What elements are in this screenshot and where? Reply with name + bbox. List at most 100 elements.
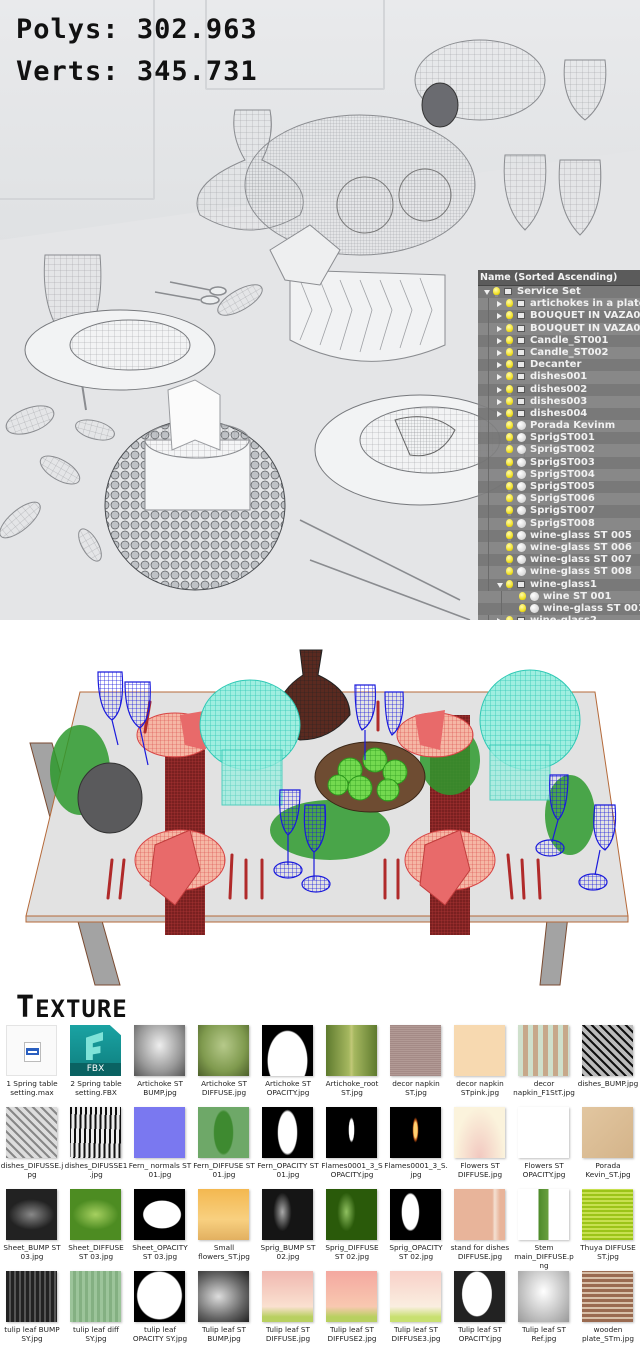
texture-file[interactable]: decor napkin_F1StT.jpg <box>512 1022 576 1104</box>
light-bulb-icon[interactable] <box>506 335 513 346</box>
tree-item[interactable]: SprigST002 <box>478 444 640 457</box>
tree-item[interactable]: wine-glass ST 001 <box>478 602 640 616</box>
tree-item[interactable]: SprigST007 <box>478 505 640 518</box>
texture-file[interactable]: Sheet_DIFFUSE ST 03.jpg <box>64 1186 128 1268</box>
texture-file[interactable]: Small flowers_ST.jpg <box>192 1186 256 1268</box>
light-bulb-icon[interactable] <box>506 518 513 529</box>
light-bulb-icon[interactable] <box>506 408 513 419</box>
texture-file[interactable]: Sprig_DIFFUSE ST 02.jpg <box>320 1186 384 1268</box>
texture-file[interactable]: Flames0001_3_S.jpg <box>384 1104 448 1186</box>
texture-file[interactable]: decor napkin ST.jpg <box>384 1022 448 1104</box>
texture-file[interactable]: FBX 2 Spring table setting.FBX <box>64 1022 128 1104</box>
light-bulb-icon[interactable] <box>506 384 513 395</box>
light-bulb-icon[interactable] <box>506 506 513 517</box>
tree-item[interactable]: SprigST004 <box>478 468 640 481</box>
texture-file[interactable]: tulip leaf OPACITY SY.jpg <box>128 1268 192 1350</box>
texture-file[interactable]: tulip leaf BUMP SY.jpg <box>0 1268 64 1350</box>
texture-file[interactable]: Artichoke ST DIFFUSE.jpg <box>192 1022 256 1104</box>
tree-item[interactable]: Decanter <box>478 359 640 372</box>
texture-file[interactable]: Stem main_DIFFUSE.png <box>512 1186 576 1270</box>
tree-item[interactable]: artichokes in a plate <box>478 298 640 311</box>
light-bulb-icon[interactable] <box>506 494 513 505</box>
texture-file[interactable]: dishes_BUMP.jpg <box>576 1022 640 1104</box>
light-bulb-icon[interactable] <box>506 323 513 334</box>
tree-item[interactable]: BOUQUET IN VAZA001 <box>478 310 640 323</box>
tree-item[interactable]: SprigST003 <box>478 456 640 469</box>
tree-item[interactable]: SprigST006 <box>478 493 640 506</box>
expand-arrow-icon[interactable] <box>497 337 502 344</box>
tree-item[interactable]: dishes002 <box>478 383 640 396</box>
light-bulb-icon[interactable] <box>506 299 513 310</box>
tree-item[interactable]: SprigST008 <box>478 517 640 530</box>
expand-arrow-icon[interactable] <box>497 325 502 332</box>
tree-item[interactable]: wine-glass ST 006 <box>478 541 640 555</box>
texture-file[interactable]: Thuya DIFFUSE ST.jpg <box>576 1186 640 1268</box>
collapse-arrow-icon[interactable] <box>484 290 490 295</box>
texture-file[interactable]: stand for dishes DIFFUSE.jpg <box>448 1186 512 1268</box>
light-bulb-icon[interactable] <box>506 372 513 383</box>
tree-item[interactable]: wine-glass ST 007 <box>478 554 640 567</box>
expand-arrow-icon[interactable] <box>497 362 502 369</box>
expand-arrow-icon[interactable] <box>497 301 502 308</box>
texture-file[interactable]: Fern_ normals ST 01.jpg <box>128 1104 192 1186</box>
light-bulb-icon[interactable] <box>519 591 526 602</box>
light-bulb-icon[interactable] <box>506 311 513 322</box>
expand-arrow-icon[interactable] <box>497 313 502 320</box>
light-bulb-icon[interactable] <box>506 421 513 432</box>
texture-file[interactable]: Tulip leaf ST DIFFUSE3.jpg <box>384 1268 448 1350</box>
texture-file[interactable]: Flowers ST DIFFUSE.jpg <box>448 1104 512 1186</box>
expand-arrow-icon[interactable] <box>497 374 502 381</box>
texture-file[interactable]: Artichoke_root ST.jpg <box>320 1022 384 1104</box>
expand-arrow-icon[interactable] <box>497 398 502 405</box>
expand-arrow-icon[interactable] <box>497 349 502 356</box>
texture-file[interactable]: 1 Spring table setting.max <box>0 1022 64 1104</box>
texture-file[interactable]: Artichoke ST OPACITY.jpg <box>256 1022 320 1104</box>
texture-file[interactable]: Flames0001_3_S OPACITY.jpg <box>320 1104 384 1186</box>
tree-item[interactable]: BOUQUET IN VAZA002 <box>478 322 640 335</box>
light-bulb-icon[interactable] <box>506 555 513 566</box>
light-bulb-icon[interactable] <box>506 579 513 590</box>
light-bulb-icon[interactable] <box>506 542 513 553</box>
texture-file[interactable]: Tulip leaf ST DIFFUSE.jpg <box>256 1268 320 1350</box>
tree-item[interactable]: wine-glass2 <box>478 615 640 620</box>
tree-item[interactable]: Candle_ST001 <box>478 334 640 347</box>
scene-explorer-panel[interactable]: Name (Sorted Ascending) Service Set artic… <box>478 270 640 620</box>
texture-file[interactable]: Porada Kevin_ST.jpg <box>576 1104 640 1186</box>
tree-item[interactable]: SprigST005 <box>478 481 640 494</box>
texture-file[interactable]: Sheet_OPACITY ST 03.jpg <box>128 1186 192 1268</box>
tree-item[interactable]: dishes004 <box>478 407 640 421</box>
texture-file[interactable]: decor napkin STpink.jpg <box>448 1022 512 1104</box>
tree-item[interactable]: dishes003 <box>478 395 640 408</box>
light-bulb-icon[interactable] <box>506 445 513 456</box>
texture-file[interactable]: Tulip leaf ST OPACITY.jpg <box>448 1268 512 1350</box>
tree-item[interactable]: SprigST001 <box>478 432 640 445</box>
texture-file[interactable]: dishes_DIFUSSE1.jpg <box>64 1104 128 1186</box>
texture-file[interactable]: dishes_DIFUSSE.jpg <box>0 1104 64 1186</box>
tree-item[interactable]: Candle_ST002 <box>478 346 640 360</box>
texture-file[interactable]: Fern_OPACITY ST 01.jpg <box>256 1104 320 1186</box>
light-bulb-icon[interactable] <box>506 469 513 480</box>
expand-arrow-icon[interactable] <box>497 410 502 417</box>
light-bulb-icon[interactable] <box>506 482 513 492</box>
texture-file[interactable]: Tulip leaf ST DIFFUSE2.jpg <box>320 1268 384 1350</box>
tree-item[interactable]: Service Set <box>478 286 640 299</box>
light-bulb-icon[interactable] <box>506 616 513 620</box>
collapse-arrow-icon[interactable] <box>497 582 503 588</box>
texture-file[interactable]: Sprig_OPACITY ST 02.jpg <box>384 1186 448 1268</box>
texture-file[interactable]: Flowers ST OPACITY.jpg <box>512 1104 576 1186</box>
light-bulb-icon[interactable] <box>506 457 513 468</box>
texture-file[interactable]: Fern_DIFFUSE ST 01.jpg <box>192 1104 256 1186</box>
light-bulb-icon[interactable] <box>493 287 500 297</box>
light-bulb-icon[interactable] <box>506 433 513 444</box>
texture-file[interactable]: Sheet_BUMP ST 03.jpg <box>0 1186 64 1268</box>
light-bulb-icon[interactable] <box>519 603 526 614</box>
expand-arrow-icon[interactable] <box>497 618 502 620</box>
tree-item[interactable]: wine-glass ST 008 <box>478 566 640 579</box>
light-bulb-icon[interactable] <box>506 360 513 371</box>
tree-item[interactable]: wine ST 001 <box>478 590 640 603</box>
texture-file[interactable]: Tulip leaf ST BUMP.jpg <box>192 1268 256 1350</box>
texture-file[interactable]: tulip leaf diff SY.jpg <box>64 1268 128 1350</box>
tree-item[interactable]: Porada Kevinm <box>478 420 640 433</box>
light-bulb-icon[interactable] <box>506 530 513 541</box>
tree-item[interactable]: dishes001 <box>478 371 640 384</box>
